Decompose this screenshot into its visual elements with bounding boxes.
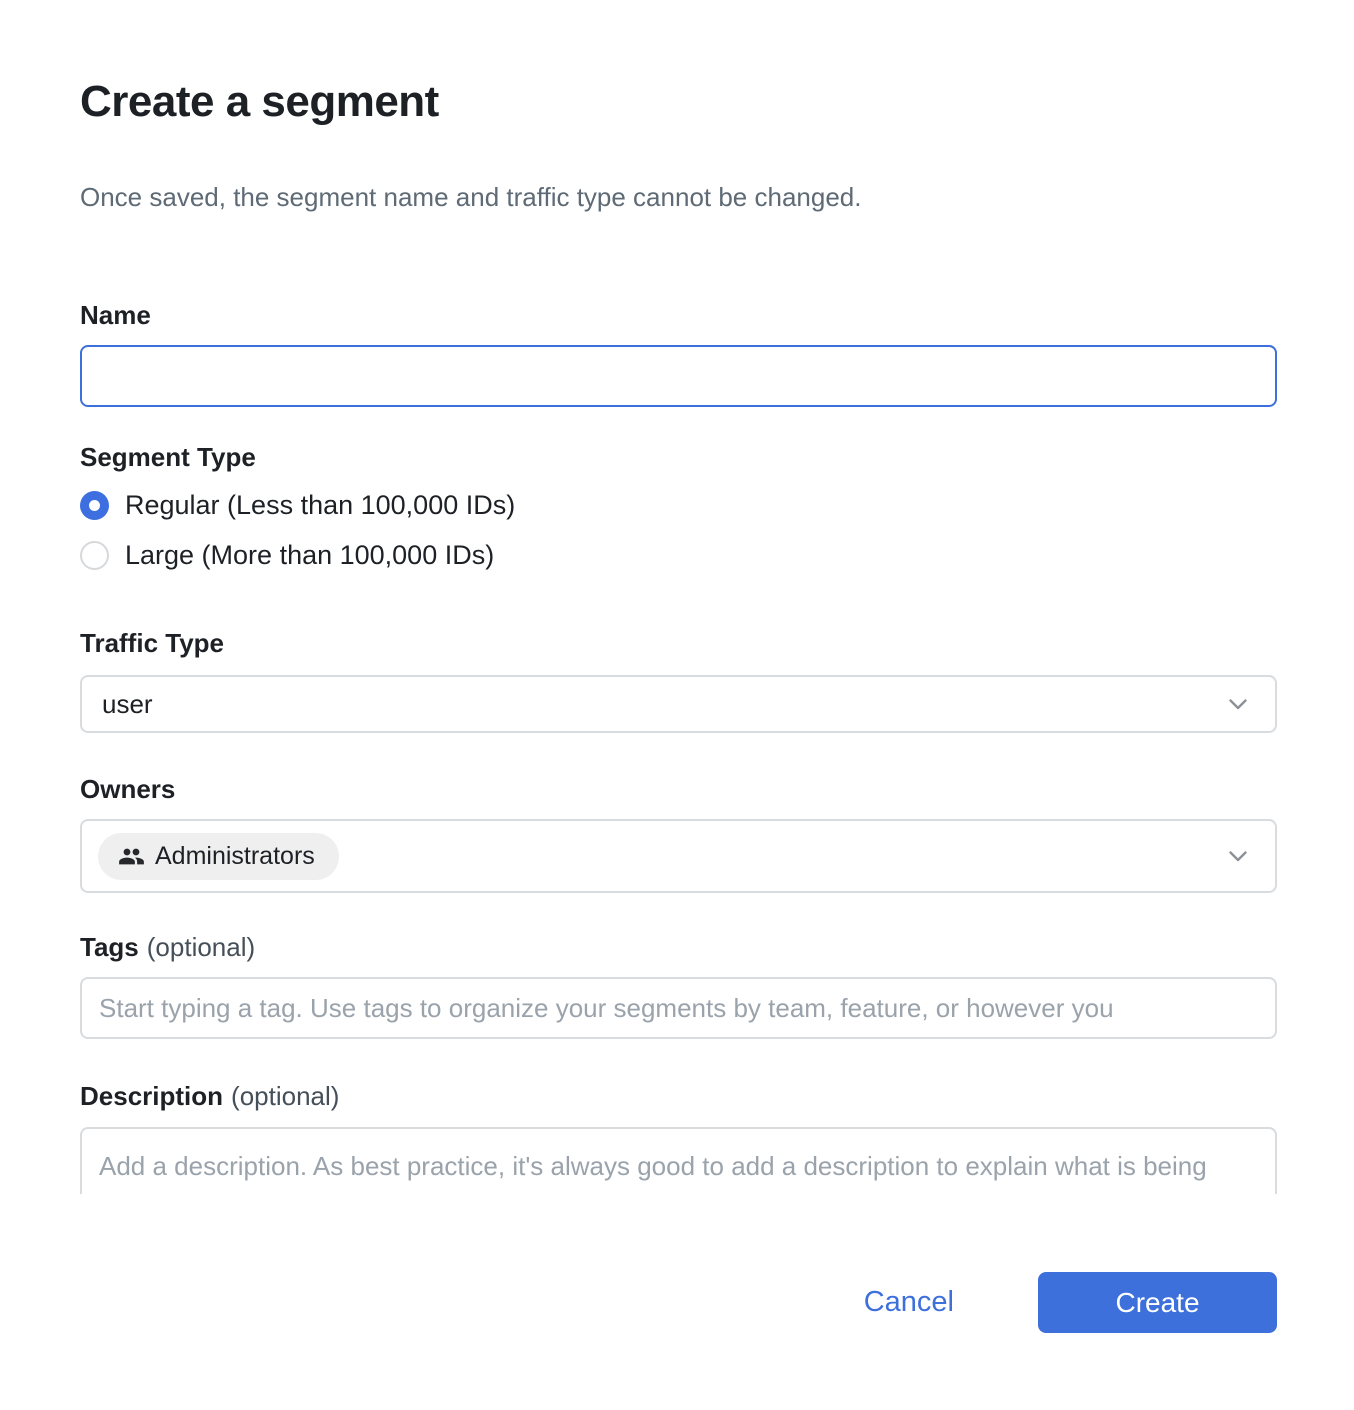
- description-optional-text: (optional): [231, 1081, 339, 1111]
- description-textarea-clip: [80, 1127, 1277, 1194]
- tags-label-text: Tags: [80, 932, 139, 962]
- tags-optional-text: (optional): [147, 932, 255, 962]
- segment-type-radio-group: Regular (Less than 100,000 IDs) Large (M…: [80, 480, 1277, 580]
- page-title: Create a segment: [80, 76, 1277, 128]
- dialog-footer: Cancel Create: [80, 1272, 1277, 1333]
- radio-unselected-icon[interactable]: [80, 541, 109, 570]
- description-textarea[interactable]: [80, 1127, 1277, 1194]
- name-label: Name: [80, 300, 1277, 330]
- description-label-text: Description: [80, 1081, 223, 1111]
- segment-type-option-large[interactable]: Large (More than 100,000 IDs): [80, 530, 1277, 580]
- radio-selected-icon[interactable]: [80, 491, 109, 520]
- cancel-button[interactable]: Cancel: [864, 1286, 954, 1319]
- tags-label: Tags (optional): [80, 932, 1277, 962]
- radio-option-label: Regular (Less than 100,000 IDs): [125, 490, 515, 521]
- traffic-type-label: Traffic Type: [80, 628, 1277, 658]
- owners-select[interactable]: Administrators: [80, 819, 1277, 893]
- traffic-type-value: user: [102, 689, 153, 720]
- chevron-down-icon: [1223, 689, 1253, 719]
- owner-pill-label: Administrators: [155, 842, 315, 871]
- tags-input[interactable]: [80, 977, 1277, 1039]
- create-segment-dialog: Create a segment Once saved, the segment…: [0, 0, 1354, 1410]
- radio-option-label: Large (More than 100,000 IDs): [125, 540, 494, 571]
- chevron-down-icon: [1223, 841, 1253, 871]
- owner-pill-administrators[interactable]: Administrators: [98, 833, 339, 880]
- traffic-type-select[interactable]: user: [80, 675, 1277, 733]
- segment-type-label: Segment Type: [80, 442, 1277, 472]
- segment-type-option-regular[interactable]: Regular (Less than 100,000 IDs): [80, 480, 1277, 530]
- owners-label: Owners: [80, 774, 1277, 804]
- dialog-subtitle: Once saved, the segment name and traffic…: [80, 180, 1277, 214]
- create-button[interactable]: Create: [1038, 1272, 1277, 1333]
- name-input[interactable]: [80, 345, 1277, 407]
- description-label: Description (optional): [80, 1081, 1277, 1111]
- people-icon: [118, 843, 145, 870]
